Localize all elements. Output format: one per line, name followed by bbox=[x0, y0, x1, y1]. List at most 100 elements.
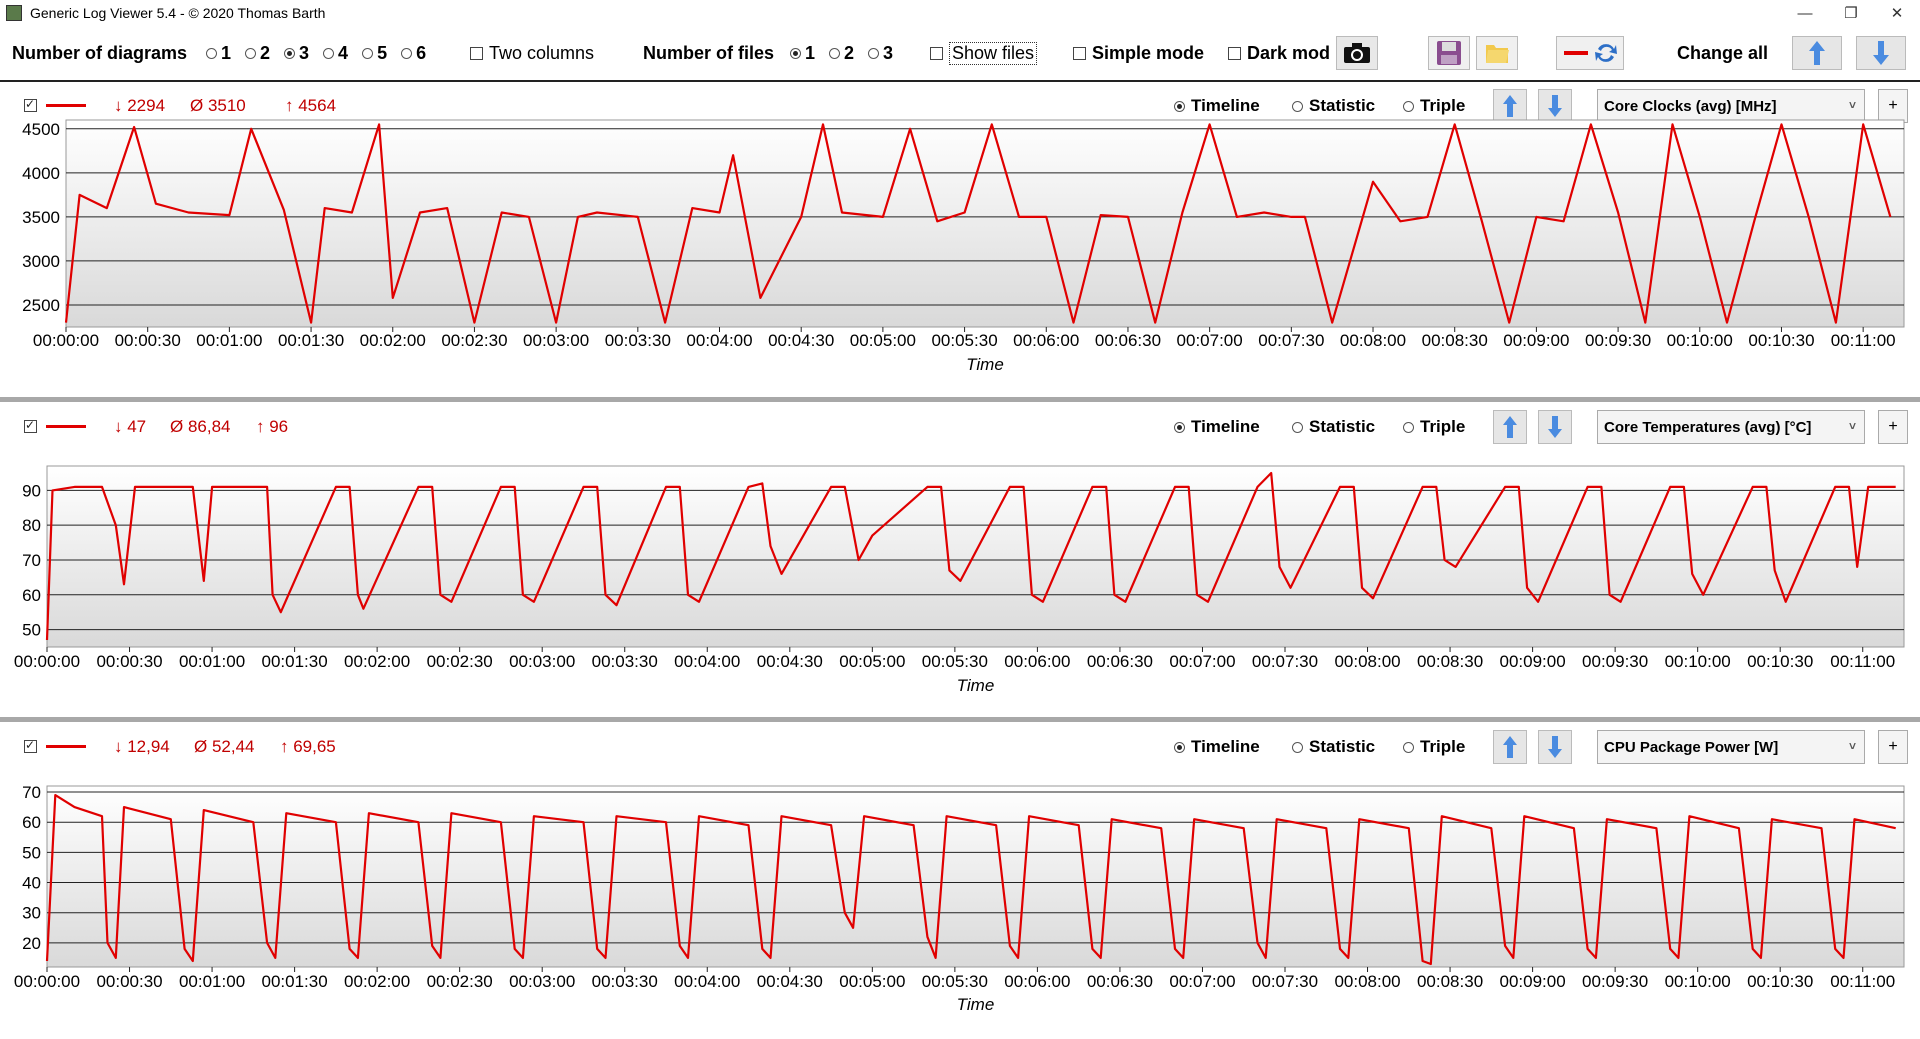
files-radio-3[interactable] bbox=[868, 47, 880, 59]
files-radio-2[interactable] bbox=[829, 47, 841, 59]
x-tick-label: 00:03:30 bbox=[605, 331, 671, 350]
two-columns-label: Two columns bbox=[489, 42, 595, 63]
chart-1: 2500 3000 3500 4000 4500 00:00:00 00:00:30 00:0… bbox=[22, 119, 1905, 374]
y-tick-label: 80 bbox=[22, 516, 41, 535]
dark-mode-checkbox[interactable] bbox=[1228, 46, 1241, 60]
window-title: Generic Log Viewer 5.4 - © 2020 Thomas B… bbox=[30, 5, 326, 21]
x-tick-label: 00:03:00 bbox=[509, 972, 575, 991]
x-tick-label: 00:09:00 bbox=[1500, 652, 1566, 671]
panel-separator[interactable] bbox=[0, 717, 1920, 722]
toolbar: Number of diagrams 1 2 3 4 5 6 Two columns Nu… bbox=[0, 26, 1920, 82]
swap-icon bbox=[1564, 44, 1617, 62]
y-tick-label: 3500 bbox=[22, 208, 60, 227]
close-button[interactable]: ✕ bbox=[1874, 0, 1920, 26]
app-icon bbox=[6, 5, 22, 21]
files-radio-1[interactable] bbox=[790, 47, 801, 59]
arrow-up-icon bbox=[1809, 41, 1825, 65]
diagram-panel-2: ↓ 47 Ø 86,84 ↑ 96 Timeline Statistic Tri… bbox=[0, 403, 1920, 719]
two-columns-option[interactable]: Two columns bbox=[470, 26, 594, 80]
diagrams-radio-5[interactable] bbox=[362, 47, 374, 59]
show-files-option[interactable]: Show files bbox=[930, 26, 1038, 80]
diagrams-option-5[interactable]: 5 bbox=[348, 43, 387, 64]
files-option-2[interactable]: 2 bbox=[815, 43, 854, 64]
change-all-label: Change all bbox=[1677, 42, 1769, 63]
x-tick-label: 00:08:30 bbox=[1417, 652, 1483, 671]
swap-colors-button[interactable] bbox=[1556, 36, 1624, 70]
y-tick-label: 3000 bbox=[22, 252, 60, 271]
y-tick-label: 20 bbox=[22, 934, 41, 953]
x-tick-label: 00:10:30 bbox=[1747, 972, 1813, 991]
title-bar: Generic Log Viewer 5.4 - © 2020 Thomas B… bbox=[0, 0, 1920, 26]
x-tick-label: 00:00:00 bbox=[14, 652, 80, 671]
diagrams-radio-label: 5 bbox=[377, 42, 388, 63]
x-tick-label: 00:05:00 bbox=[850, 331, 916, 350]
x-tick-label: 00:04:30 bbox=[757, 972, 823, 991]
diagrams-option-1[interactable]: 1 bbox=[192, 43, 231, 64]
diagrams-radio-4[interactable] bbox=[323, 47, 335, 59]
diagrams-radio-6[interactable] bbox=[401, 47, 413, 59]
x-tick-label: 00:10:00 bbox=[1665, 972, 1731, 991]
diagrams-option-4[interactable]: 4 bbox=[309, 43, 348, 64]
diagrams-option-6[interactable]: 6 bbox=[387, 43, 426, 64]
diagrams-radio-2[interactable] bbox=[245, 47, 257, 59]
diagrams-radio-1[interactable] bbox=[206, 47, 217, 59]
x-tick-label: 00:07:00 bbox=[1177, 331, 1243, 350]
diagrams-radio-3[interactable] bbox=[284, 47, 296, 59]
x-tick-label: 00:05:30 bbox=[922, 972, 988, 991]
move-all-down-button[interactable] bbox=[1856, 36, 1906, 70]
files-radio-label: 1 bbox=[805, 42, 816, 63]
x-tick-label: 00:08:00 bbox=[1340, 331, 1406, 350]
diagrams-radio-label: 6 bbox=[416, 42, 427, 63]
chart-3: 20 30 40 50 60 70 00:00:00 00:00:30 00:01:00 00:0… bbox=[14, 783, 1905, 1014]
x-tick-label: 00:00:30 bbox=[115, 331, 181, 350]
y-tick-label: 50 bbox=[22, 843, 41, 862]
diagrams-option-2[interactable]: 2 bbox=[231, 43, 270, 64]
x-tick-label: 00:03:30 bbox=[592, 972, 658, 991]
x-tick-label: 00:02:00 bbox=[344, 972, 410, 991]
diagrams-option-3[interactable]: 3 bbox=[270, 43, 309, 64]
simple-mode-option[interactable]: Simple mode bbox=[1073, 26, 1204, 80]
x-tick-label: 00:09:30 bbox=[1585, 331, 1651, 350]
y-tick-label: 70 bbox=[22, 551, 41, 570]
dark-mode-option[interactable]: Dark mod bbox=[1228, 26, 1330, 80]
x-tick-label: 00:06:30 bbox=[1095, 331, 1161, 350]
move-all-up-button[interactable] bbox=[1792, 36, 1842, 70]
x-tick-label: 00:10:30 bbox=[1747, 652, 1813, 671]
x-tick-label: 00:04:30 bbox=[757, 652, 823, 671]
show-files-checkbox[interactable] bbox=[930, 46, 943, 60]
x-tick-label: 00:06:00 bbox=[1004, 652, 1070, 671]
file-count-options: 1 2 3 bbox=[776, 26, 893, 80]
x-axis-label: Time bbox=[957, 676, 995, 695]
x-tick-label: 00:09:00 bbox=[1500, 972, 1566, 991]
files-option-3[interactable]: 3 bbox=[854, 43, 893, 64]
open-folder-button[interactable] bbox=[1476, 36, 1518, 70]
save-button[interactable] bbox=[1428, 36, 1470, 70]
screenshot-button[interactable] bbox=[1336, 36, 1378, 70]
simple-mode-checkbox[interactable] bbox=[1073, 46, 1086, 60]
x-tick-label: 00:02:30 bbox=[441, 331, 507, 350]
diagrams-radio-label: 4 bbox=[338, 42, 349, 63]
maximize-button[interactable]: ❐ bbox=[1828, 0, 1874, 26]
x-tick-label: 00:00:30 bbox=[96, 652, 162, 671]
x-tick-label: 00:10:00 bbox=[1665, 652, 1731, 671]
panel-separator[interactable] bbox=[0, 397, 1920, 402]
x-tick-label: 00:08:30 bbox=[1417, 972, 1483, 991]
y-tick-label: 4000 bbox=[22, 164, 60, 183]
x-tick-label: 00:05:30 bbox=[931, 331, 997, 350]
x-tick-label: 00:07:00 bbox=[1169, 652, 1235, 671]
files-option-1[interactable]: 1 bbox=[776, 43, 815, 64]
two-columns-checkbox[interactable] bbox=[470, 46, 483, 60]
diagram-panel-3: ↓ 12,94 Ø 52,44 ↑ 69,65 Timeline Statist… bbox=[0, 723, 1920, 1039]
x-tick-label: 00:11:00 bbox=[1830, 972, 1895, 991]
show-files-label: Show files bbox=[949, 41, 1038, 65]
x-tick-label: 00:06:00 bbox=[1004, 972, 1070, 991]
x-tick-label: 00:08:30 bbox=[1422, 331, 1488, 350]
x-tick-label: 00:07:30 bbox=[1252, 652, 1318, 671]
minimize-button[interactable]: — bbox=[1782, 0, 1828, 26]
x-tick-label: 00:09:00 bbox=[1503, 331, 1569, 350]
x-tick-label: 00:07:00 bbox=[1169, 972, 1235, 991]
diagrams-radio-label: 1 bbox=[221, 42, 232, 63]
arrow-down-icon bbox=[1873, 41, 1889, 65]
x-tick-label: 00:03:30 bbox=[592, 652, 658, 671]
x-tick-label: 00:00:00 bbox=[14, 972, 80, 991]
